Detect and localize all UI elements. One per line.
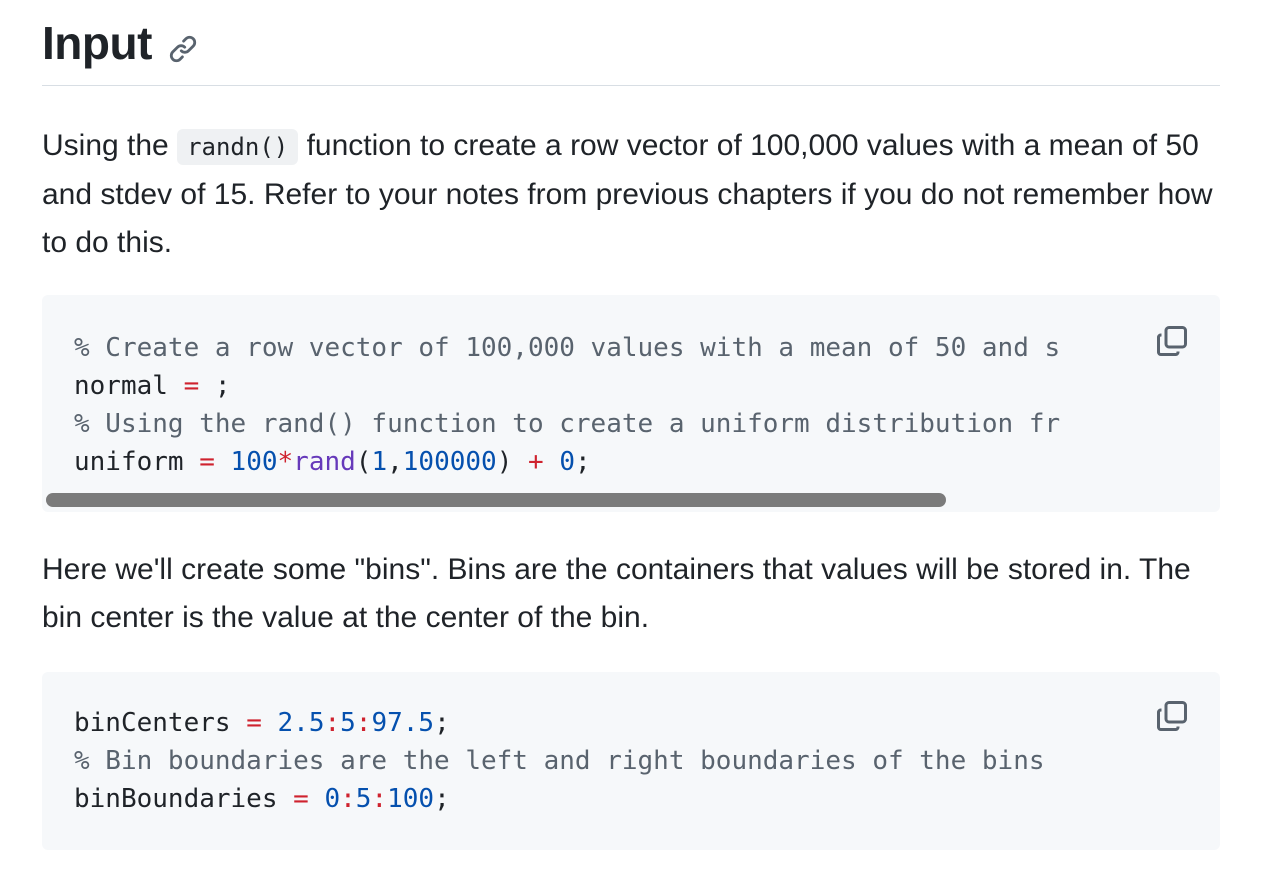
code-identifier: normal — [74, 371, 168, 401]
code-lines: binCenters = 2.5:5:97.5; % Bin boundarie… — [74, 704, 1140, 818]
code-block-bins[interactable]: binCenters = 2.5:5:97.5; % Bin boundarie… — [42, 672, 1220, 850]
code-operator: = — [183, 371, 200, 401]
code-comment: % Create a row vector of 100,000 values … — [74, 333, 1061, 363]
code-punctuation: ( — [355, 447, 372, 477]
code-number: 100 — [230, 447, 278, 477]
code-number: 0 — [324, 784, 341, 814]
page: Input Using the randn() function to crea… — [0, 0, 1274, 880]
code-number: 97.5 — [371, 708, 435, 738]
code-identifier: uniform — [74, 447, 184, 477]
code-number: 100 — [387, 784, 435, 814]
code-lines: % Create a row vector of 100,000 values … — [74, 329, 1140, 481]
code-number: 1 — [371, 447, 388, 477]
bins-paragraph: Here we'll create some "bins". Bins are … — [42, 553, 1191, 634]
code-operator: : — [371, 784, 388, 814]
code-operator: : — [340, 784, 356, 814]
code-number: 100000 — [402, 447, 497, 477]
inline-code-randn: randn() — [177, 129, 299, 165]
code-punctuation: ) — [496, 447, 513, 477]
code-function: rand — [293, 447, 356, 477]
copy-icon — [1154, 326, 1190, 363]
code-identifier: binBoundaries — [74, 784, 278, 814]
code-punctuation: ; — [434, 784, 450, 814]
page-title: Input — [42, 17, 152, 69]
copy-button[interactable] — [1154, 698, 1190, 734]
code-number: 5 — [355, 784, 372, 814]
code-operator: = — [293, 784, 309, 814]
code-punctuation: , — [387, 447, 403, 477]
code-operator: + — [528, 447, 544, 477]
code-comment: % Using the rand() function to create a … — [74, 409, 1061, 439]
code-number: 0 — [559, 447, 575, 477]
code-punctuation: ; — [434, 708, 450, 738]
code-operator: = — [246, 708, 262, 738]
code-block-vectors[interactable]: % Create a row vector of 100,000 values … — [42, 295, 1220, 512]
section-heading: Input — [42, 14, 1220, 86]
code-operator: : — [324, 708, 341, 738]
code-number: 5 — [340, 708, 356, 738]
code-comment: % Bin boundaries are the left and right … — [74, 746, 1045, 776]
horizontal-scrollbar[interactable] — [46, 493, 946, 507]
code-operator: * — [277, 447, 294, 477]
copy-icon — [1154, 701, 1190, 738]
code-punctuation: ; — [214, 371, 231, 401]
code-number: 2.5 — [277, 708, 325, 738]
link-icon[interactable] — [168, 34, 198, 64]
intro-paragraph: Using the randn() function to create a r… — [42, 122, 1222, 267]
paragraph-text: Using the — [42, 129, 178, 162]
code-operator: : — [355, 708, 372, 738]
code-operator: = — [199, 447, 215, 477]
code-identifier: binCenters — [74, 708, 231, 738]
copy-button[interactable] — [1154, 323, 1190, 359]
code-punctuation: ; — [574, 447, 591, 477]
